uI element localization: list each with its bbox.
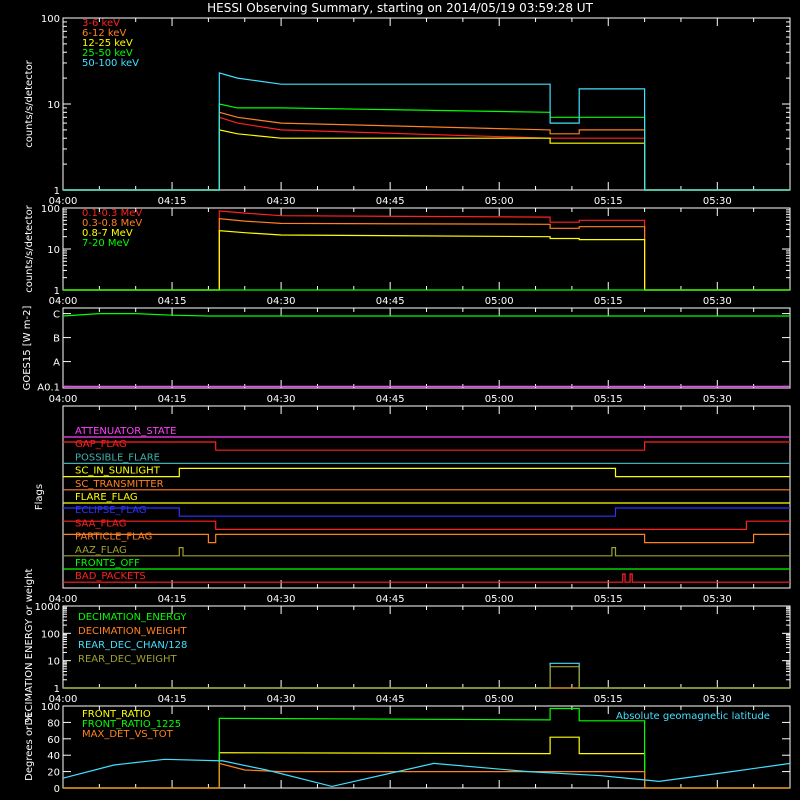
x-tick-label: 04:00 [49, 394, 78, 405]
x-tick-label: 05:00 [485, 296, 514, 307]
y-axis-label: DECIMATION ENERGY or weight [24, 568, 35, 725]
legend-entry: REAR_DEC_WEIGHT [78, 654, 177, 665]
y-tick-label: 1000 [35, 602, 60, 613]
flag-label: BAD_PACKETS [75, 571, 146, 582]
y-tick-label: 1 [54, 286, 60, 297]
flag-label: SC_TRANSMITTER [75, 479, 164, 490]
y-tick-label: B [53, 334, 60, 345]
x-tick-label: 05:30 [703, 394, 732, 405]
flag-label: FLARE_FLAG [75, 492, 138, 503]
legend-entry: 7-20 MeV [82, 238, 130, 249]
x-tick-label: 04:30 [267, 296, 296, 307]
y-tick-label: 0 [54, 784, 60, 795]
legend-entry: DECIMATION_WEIGHT [78, 626, 187, 637]
x-tick-label: 04:45 [376, 594, 405, 605]
x-tick-label: 04:15 [158, 196, 187, 207]
x-tick-label: 04:30 [267, 394, 296, 405]
x-tick-label: 04:15 [158, 694, 187, 705]
x-tick-label: 05:00 [485, 594, 514, 605]
y-tick-label: C [53, 310, 60, 321]
y-tick-label: 10 [47, 657, 60, 668]
x-tick-label: 05:15 [594, 594, 623, 605]
y-axis-label: counts/s/detector [24, 204, 35, 292]
y-axis-label: Flags [34, 484, 45, 510]
y-tick-label: 60 [47, 735, 60, 746]
flag-label: PARTICLE_FLAG [75, 532, 152, 543]
legend-entry: DECIMATION_ENERGY [78, 612, 187, 623]
y-tick-label: 40 [47, 751, 60, 762]
x-tick-label: 04:00 [49, 296, 78, 307]
x-tick-label: 04:45 [376, 196, 405, 207]
x-tick-label: 04:45 [376, 394, 405, 405]
y-tick-label: 100 [41, 14, 60, 25]
flag-label: GAP_FLAG [75, 439, 127, 450]
x-tick-label: 05:30 [703, 594, 732, 605]
x-tick-label: 05:15 [594, 196, 623, 207]
hessi-summary-figure: HESSI Observing Summary, starting on 201… [0, 0, 800, 800]
y-tick-label: 10 [47, 100, 60, 111]
x-tick-label: 05:30 [703, 694, 732, 705]
x-tick-label: 05:00 [485, 394, 514, 405]
x-tick-label: 04:15 [158, 394, 187, 405]
y-tick-label: A0.1 [37, 382, 60, 393]
x-tick-label: 05:00 [485, 196, 514, 207]
x-tick-label: 04:30 [267, 694, 296, 705]
flag-label: SAA_FLAG [75, 518, 126, 529]
y-tick-label: 80 [47, 718, 60, 729]
y-tick-label: 1 [54, 684, 60, 695]
x-tick-label: 05:15 [594, 694, 623, 705]
flag-label: POSSIBLE_FLARE [75, 452, 160, 463]
y-axis-label: Degrees or % [24, 713, 35, 781]
flag-label: SC_IN_SUNLIGHT [75, 466, 161, 477]
x-tick-label: 05:30 [703, 296, 732, 307]
latitude-annotation: Absolute geomagnetic latitude [616, 711, 770, 722]
legend-entry: MAX_DET_VS_TOT [82, 729, 174, 740]
legend-entry: REAR_DEC_CHAN/128 [78, 640, 187, 651]
y-tick-label: 10 [47, 245, 60, 256]
y-axis-label: counts/s/detector [24, 59, 35, 147]
flag-label: ATTENUATOR_STATE [75, 426, 176, 437]
x-tick-label: 04:45 [376, 296, 405, 307]
y-tick-label: 100 [41, 204, 60, 215]
y-tick-label: A [53, 358, 60, 369]
x-tick-label: 05:00 [485, 694, 514, 705]
x-tick-label: 05:15 [594, 394, 623, 405]
x-tick-label: 04:15 [158, 296, 187, 307]
x-tick-label: 05:30 [703, 196, 732, 207]
flag-label: AAZ_FLAG [75, 545, 127, 556]
y-axis-label: GOES15 [W m-2] [22, 306, 33, 391]
x-tick-label: 04:30 [267, 594, 296, 605]
y-tick-label: 100 [41, 702, 60, 713]
x-tick-label: 05:15 [594, 296, 623, 307]
x-tick-label: 04:30 [267, 196, 296, 207]
y-tick-label: 100 [41, 629, 60, 640]
x-tick-label: 04:45 [376, 694, 405, 705]
x-tick-label: 04:15 [158, 594, 187, 605]
legend-entry: 50-100 keV [82, 58, 139, 69]
y-tick-label: 20 [47, 768, 60, 779]
flag-label: FRONTS_OFF [75, 558, 140, 569]
flag-label: ECLIPSE_FLAG [75, 505, 146, 516]
y-tick-label: 1 [54, 186, 60, 197]
figure-title: HESSI Observing Summary, starting on 201… [207, 1, 593, 15]
